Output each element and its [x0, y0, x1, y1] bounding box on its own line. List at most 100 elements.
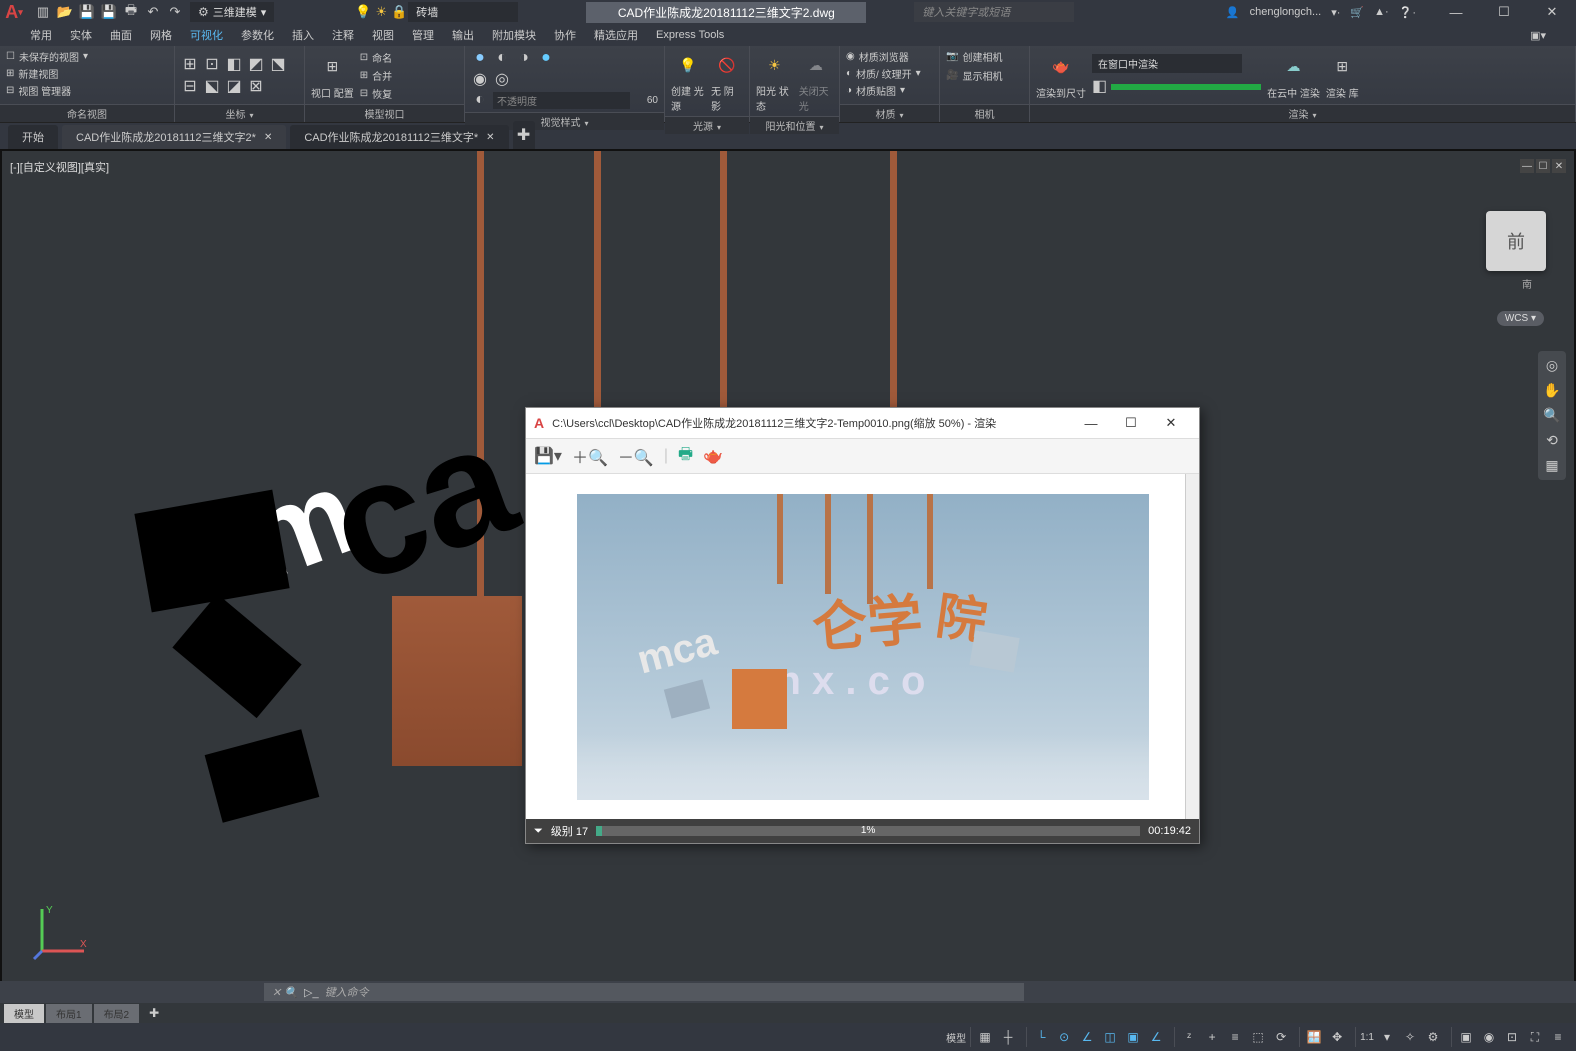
- opacity-value[interactable]: 60: [634, 95, 658, 106]
- lineweight-icon[interactable]: ≡: [1225, 1027, 1245, 1047]
- tab-featured[interactable]: 精选应用: [594, 27, 638, 43]
- model-tab[interactable]: 模型: [4, 1004, 44, 1023]
- render-lib-button[interactable]: ⊞渲染 库: [1326, 51, 1359, 100]
- wcs-badge[interactable]: WCS ▾: [1497, 311, 1544, 326]
- doc-tab-1[interactable]: CAD作业陈成龙20181112三维文字2*✕: [62, 125, 286, 149]
- workspace-dropdown[interactable]: ⚙三维建模▾: [190, 2, 274, 22]
- cycle-icon[interactable]: ⟳: [1271, 1027, 1291, 1047]
- hardware-accel-icon[interactable]: ◉: [1479, 1027, 1499, 1047]
- filter-icon[interactable]: 🪟: [1304, 1027, 1324, 1047]
- doc-tab-2[interactable]: CAD作业陈成龙20181112三维文字*✕: [290, 125, 508, 149]
- minimize-button[interactable]: —: [1432, 0, 1480, 24]
- polar-icon[interactable]: ⊙: [1054, 1027, 1074, 1047]
- restore-button[interactable]: ⊟恢复: [360, 86, 392, 101]
- maximize-button[interactable]: ☐: [1480, 0, 1528, 24]
- merge-button[interactable]: ⊞合并: [360, 68, 392, 83]
- isometric-icon[interactable]: ∠: [1077, 1027, 1097, 1047]
- signin-icon[interactable]: 👤: [1226, 6, 1240, 19]
- pan-icon[interactable]: ✋: [1543, 382, 1560, 399]
- vs3-icon[interactable]: ◑: [515, 49, 533, 67]
- render-size-button[interactable]: 🫖渲染到尺寸: [1036, 51, 1086, 100]
- plot-icon[interactable]: 🖶: [122, 3, 140, 21]
- render-max-button[interactable]: ☐: [1111, 415, 1151, 431]
- vs2-icon[interactable]: ◐: [493, 49, 511, 67]
- otrack-icon[interactable]: ∠: [1146, 1027, 1166, 1047]
- view-dropdown[interactable]: ☐未保存的视图 ▾: [6, 49, 168, 64]
- mat-texture-button[interactable]: ◐材质/ 纹理开▾: [846, 66, 933, 81]
- render-window-titlebar[interactable]: A C:\Users\ccl\Desktop\CAD作业陈成龙20181112三…: [526, 408, 1199, 438]
- ucs9-icon[interactable]: ⊠: [247, 77, 265, 95]
- lock-icon[interactable]: 🔒: [390, 3, 408, 21]
- new-doc-tab[interactable]: ✚: [513, 121, 535, 149]
- ucs6-icon[interactable]: ⊟: [181, 77, 199, 95]
- scale-dd-icon[interactable]: ▾: [1377, 1027, 1397, 1047]
- save-render-icon[interactable]: 💾▾: [534, 446, 562, 466]
- customize-icon[interactable]: ≡: [1548, 1027, 1568, 1047]
- create-light-button[interactable]: 💡创建 光源: [671, 49, 705, 113]
- new-view-button[interactable]: ⊞新建视图: [6, 66, 168, 81]
- grid-icon[interactable]: ▦: [975, 1027, 995, 1047]
- ucs-gizmo[interactable]: Y X: [30, 903, 90, 963]
- dynamic-input-icon[interactable]: +: [1202, 1027, 1222, 1047]
- viewport-config-button[interactable]: ⊞视口 配置: [311, 51, 354, 100]
- tab-overflow[interactable]: ▣▾: [1530, 29, 1546, 42]
- vs5-icon[interactable]: ◉: [471, 70, 489, 88]
- ucs8-icon[interactable]: ◪: [225, 77, 243, 95]
- ucs4-icon[interactable]: ◩: [247, 55, 265, 73]
- layout2-tab[interactable]: 布局2: [94, 1004, 140, 1023]
- mat-browser-button[interactable]: ◉材质浏览器: [846, 49, 933, 64]
- named-button[interactable]: ⊡命名: [360, 50, 392, 65]
- add-layout-button[interactable]: ✚: [141, 1006, 167, 1020]
- anno-icon[interactable]: ✧: [1400, 1027, 1420, 1047]
- ucs-icon[interactable]: ⊞: [181, 55, 199, 73]
- 3dosnap-icon[interactable]: ▣: [1123, 1027, 1143, 1047]
- close-tab-icon[interactable]: ✕: [264, 132, 272, 143]
- model-space-label[interactable]: 模型: [946, 1030, 966, 1045]
- vs1-icon[interactable]: ●: [471, 49, 489, 67]
- undo-icon[interactable]: ↶: [144, 3, 162, 21]
- dynamic-ucs-icon[interactable]: ᶻ: [1179, 1027, 1199, 1047]
- viewport[interactable]: [-][自定义视图][真实] — ☐ ✕ m ca Y X 前 南 WCS ▾ …: [0, 149, 1576, 985]
- render-history-bar[interactable]: [1185, 474, 1199, 819]
- ucs2-icon[interactable]: ⊡: [203, 55, 221, 73]
- material-dropdown[interactable]: 砖墙: [408, 2, 518, 22]
- cart-icon[interactable]: 🛒: [1350, 6, 1364, 19]
- print-render-icon[interactable]: 🖶: [678, 443, 693, 470]
- tab-express[interactable]: Express Tools: [656, 29, 724, 41]
- user-label[interactable]: chenglongch...: [1250, 6, 1322, 18]
- redo-icon[interactable]: ↷: [166, 3, 184, 21]
- sun-state-button[interactable]: ☀阳光 状态: [756, 49, 793, 113]
- close-button[interactable]: ✕: [1528, 0, 1576, 24]
- help-icon[interactable]: ❔·: [1399, 6, 1416, 19]
- new-file-icon[interactable]: ▥: [34, 3, 52, 21]
- no-shadow-button[interactable]: 🚫无 阴影: [711, 49, 743, 113]
- render-again-icon[interactable]: 🫖: [703, 446, 723, 466]
- tab-solid[interactable]: 实体: [70, 27, 92, 43]
- render-target-dropdown[interactable]: 在窗口中渲染: [1092, 54, 1242, 73]
- mat-map-button[interactable]: ◑材质贴图▾: [846, 83, 933, 98]
- orbit-icon[interactable]: ⟲: [1546, 432, 1558, 449]
- ucs7-icon[interactable]: ⬕: [203, 77, 221, 95]
- cloud-render-button[interactable]: ☁在云中 渲染: [1267, 51, 1320, 100]
- tab-view[interactable]: 视图: [372, 27, 394, 43]
- tab-common[interactable]: 常用: [30, 27, 52, 43]
- opacity-icon[interactable]: ◐: [471, 91, 489, 109]
- show-motion-icon[interactable]: ▦: [1545, 457, 1558, 474]
- tab-insert[interactable]: 插入: [292, 27, 314, 43]
- ucs3-icon[interactable]: ◧: [225, 55, 243, 73]
- app-manager-icon[interactable]: ▲·: [1374, 6, 1389, 18]
- scale-label[interactable]: 1:1: [1360, 1032, 1374, 1043]
- create-camera-button[interactable]: 📷创建相机: [946, 49, 1023, 64]
- tab-surface[interactable]: 曲面: [110, 27, 132, 43]
- ortho-icon[interactable]: └: [1031, 1027, 1051, 1047]
- save-icon[interactable]: 💾: [78, 3, 96, 21]
- sun-icon[interactable]: ☀: [372, 3, 390, 21]
- tab-parametric[interactable]: 参数化: [241, 27, 274, 43]
- layout1-tab[interactable]: 布局1: [46, 1004, 92, 1023]
- show-camera-button[interactable]: 🎥显示相机: [946, 68, 1023, 83]
- help-search[interactable]: 键入关键字或短语: [914, 2, 1074, 22]
- render-min-button[interactable]: —: [1071, 416, 1111, 431]
- isolate-icon[interactable]: ⊡: [1502, 1027, 1522, 1047]
- clean-screen-icon[interactable]: ⛶: [1525, 1027, 1545, 1047]
- app-logo[interactable]: A▾: [0, 0, 28, 24]
